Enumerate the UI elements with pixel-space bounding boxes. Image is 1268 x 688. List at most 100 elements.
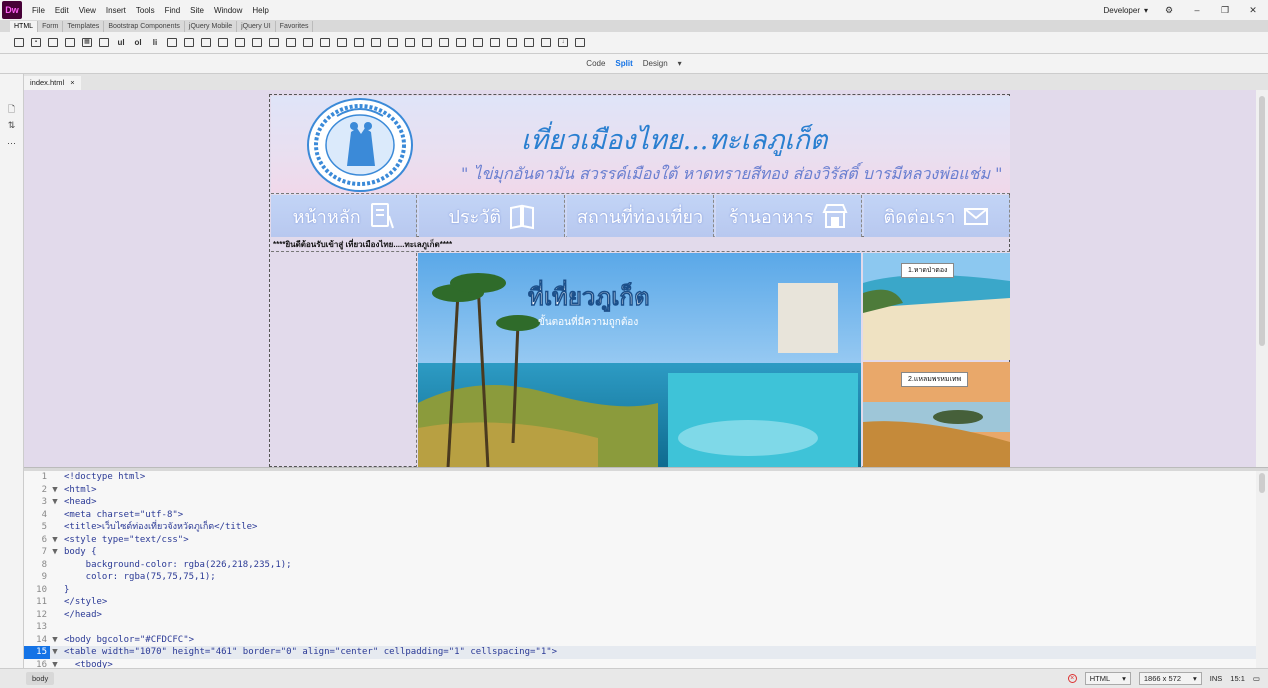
list-item-button[interactable]: li [150, 38, 160, 47]
tab-jquery-ui[interactable]: jQuery UI [237, 21, 276, 32]
code-line[interactable]: 9 color: rgba(75,75,75,1); [24, 571, 1256, 584]
fold-toggle-icon[interactable]: ▼ [50, 546, 60, 559]
footer-icon[interactable] [286, 38, 296, 47]
more-icon[interactable]: ⋯ [5, 138, 19, 150]
menu-file[interactable]: File [32, 6, 45, 15]
iframe-icon[interactable] [473, 38, 483, 47]
figure-icon[interactable] [99, 38, 109, 47]
tab-bootstrap[interactable]: Bootstrap Components [104, 21, 185, 32]
code-scrollbar[interactable] [1256, 471, 1268, 668]
insert-mode[interactable]: INS [1210, 674, 1223, 683]
workspace-switcher[interactable]: Developer ▾ [1104, 6, 1148, 15]
tab-form[interactable]: Form [38, 21, 64, 32]
fold-toggle-icon[interactable]: ▼ [50, 484, 60, 497]
error-icon[interactable]: × [1067, 674, 1077, 683]
article-icon[interactable] [252, 38, 262, 47]
tab-templates[interactable]: Templates [63, 21, 105, 32]
chevron-down-icon[interactable]: ▾ [678, 59, 682, 68]
menu-find[interactable]: Find [165, 6, 181, 15]
key-icon[interactable] [320, 38, 330, 47]
code-line[interactable]: 12 </head> [24, 609, 1256, 622]
menu-help[interactable]: Help [252, 6, 268, 15]
snippet-icon[interactable] [541, 38, 551, 47]
animate-icon[interactable] [422, 38, 432, 47]
fold-toggle-icon[interactable]: ▼ [50, 646, 60, 659]
document-tab-index[interactable]: index.html × [24, 76, 81, 90]
unordered-list-button[interactable]: ul [116, 38, 126, 47]
tag-selector[interactable]: body [26, 672, 55, 685]
hyperlink-icon[interactable] [167, 38, 177, 47]
nav-home[interactable]: หน้าหลัก [271, 195, 418, 237]
header-icon[interactable] [184, 38, 194, 47]
tag-icon[interactable] [303, 38, 313, 47]
special-char-icon[interactable] [490, 38, 500, 47]
split-view-button[interactable]: Split [615, 59, 632, 68]
code-line[interactable]: 7 ▼ body { [24, 546, 1256, 559]
fold-toggle-icon[interactable]: ▼ [50, 659, 60, 669]
html5-audio-icon[interactable] [439, 38, 449, 47]
code-line[interactable]: 8 background-color: rgba(226,218,235,1); [24, 559, 1256, 572]
nav-attractions[interactable]: สถานที่ท่องเที่ยว [567, 195, 714, 237]
code-line[interactable]: 16 ▼ <tbody> [24, 659, 1256, 669]
canvas-icon[interactable] [405, 38, 415, 47]
table-icon[interactable]: ▦ [82, 38, 92, 47]
script-icon[interactable] [354, 38, 364, 47]
main-icon[interactable] [218, 38, 228, 47]
menu-view[interactable]: View [79, 6, 96, 15]
image-icon[interactable]: ▪ [31, 38, 41, 47]
paragraph-icon[interactable] [48, 38, 58, 47]
minimize-button[interactable]: – [1190, 4, 1204, 16]
sync-settings-icon[interactable]: ⚙ [1162, 4, 1176, 16]
fold-toggle-icon[interactable]: ▼ [50, 496, 60, 509]
fold-toggle-icon[interactable]: ▼ [50, 634, 60, 647]
open-documents-icon[interactable]: 🗋 [5, 102, 19, 114]
tab-html[interactable]: HTML [10, 21, 39, 32]
navigation-icon[interactable] [201, 38, 211, 47]
menu-site[interactable]: Site [190, 6, 204, 15]
code-line[interactable]: 6 ▼ <style type="text/css"> [24, 534, 1256, 547]
file-management-icon[interactable]: ⇅ [5, 120, 19, 132]
code-line[interactable]: 5 <title>เว็บไซต์ท่องเที่ยวจังหวัดภูเก็ต<… [24, 521, 1256, 534]
code-line[interactable]: 1 <!doctype html> [24, 471, 1256, 484]
email-link-icon[interactable] [371, 38, 381, 47]
nav-contact[interactable]: ติดต่อเรา [863, 195, 1011, 237]
date-icon[interactable] [507, 38, 517, 47]
menu-edit[interactable]: Edit [55, 6, 69, 15]
close-icon[interactable]: × [70, 76, 74, 90]
tab-favorites[interactable]: Favorites [276, 21, 314, 32]
html5-video-icon[interactable] [388, 38, 398, 47]
close-button[interactable]: ✕ [1246, 4, 1260, 16]
more-options-icon[interactable] [575, 38, 585, 47]
comment-icon[interactable] [337, 38, 347, 47]
menu-tools[interactable]: Tools [136, 6, 155, 15]
code-line[interactable]: 13 [24, 621, 1256, 634]
section-icon[interactable] [269, 38, 279, 47]
download-icon[interactable]: ↓ [558, 38, 568, 47]
code-view-button[interactable]: Code [586, 59, 605, 68]
code-line[interactable]: 4 <meta charset="utf-8"> [24, 509, 1256, 522]
heading-icon[interactable] [65, 38, 75, 47]
live-preview-icon[interactable]: ▭ [1253, 674, 1260, 683]
design-scrollbar[interactable] [1256, 90, 1268, 467]
code-line[interactable]: 14 ▼ <body bgcolor="#CFDCFC"> [24, 634, 1256, 647]
code-line[interactable]: 11 </style> [24, 596, 1256, 609]
code-line[interactable]: 10} [24, 584, 1256, 597]
document-type-select[interactable]: HTML ▾ [1084, 672, 1131, 685]
menu-insert[interactable]: Insert [106, 6, 126, 15]
widget-icon[interactable] [524, 38, 534, 47]
code-line[interactable]: 3 ▼ <head> [24, 496, 1256, 509]
code-view[interactable]: 1 <!doctype html> 2 ▼ <html> 3 ▼ <head> 4 <meta c… [24, 471, 1256, 668]
code-line[interactable]: 15 ▼ <table width="1070" height="461" bord… [24, 646, 1256, 659]
restore-button[interactable]: ❐ [1218, 4, 1232, 16]
ordered-list-button[interactable]: ol [133, 38, 143, 47]
code-line[interactable]: 2 ▼ <html> [24, 484, 1256, 497]
scrollbar-thumb[interactable] [1259, 96, 1265, 346]
design-view-button[interactable]: Design [643, 59, 668, 68]
window-size-select[interactable]: 1866 x 572 ▾ [1138, 672, 1202, 685]
flash-icon[interactable] [456, 38, 466, 47]
nav-restaurants[interactable]: ร้านอาหาร [715, 195, 862, 237]
fold-toggle-icon[interactable]: ▼ [50, 534, 60, 547]
nav-history[interactable]: ประวัติ [419, 195, 566, 237]
tab-jquery-mobile[interactable]: jQuery Mobile [185, 21, 238, 32]
scrollbar-thumb[interactable] [1259, 473, 1265, 493]
